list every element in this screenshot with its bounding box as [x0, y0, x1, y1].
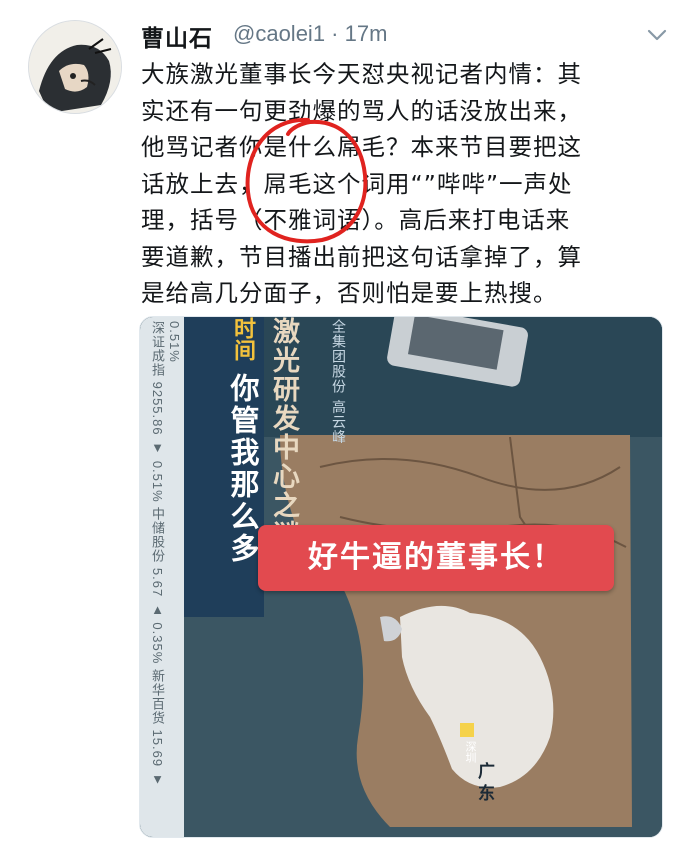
map-label-dong: 东 [478, 784, 495, 804]
band-subtitle: 激光研发中心之谜 [268, 317, 299, 549]
small-caption: 全集团股份 高云峰 [330, 319, 346, 445]
author-name[interactable]: 曹山石 [141, 19, 213, 53]
stock-ticker: 深证成指 9255.86 ▼ 0.51% 中储股份 5.67 ▲ 0.35% 新… [150, 321, 182, 788]
city-label: 深圳 [464, 741, 477, 763]
tweet-header: 曹山石 @caolei1 · 17m [141, 17, 661, 53]
caption-box: 好牛逼的董事长！ [258, 525, 614, 591]
tweet-text: 大族激光董事长今天怼央视记者内情：其 实还有一句更劲爆的骂人的话没放出来， 他骂… [141, 60, 582, 307]
avatar[interactable] [28, 20, 122, 114]
city-marker [460, 723, 474, 737]
tweet-media[interactable]: 深证成指 9255.86 ▼ 0.51% 中储股份 5.67 ▲ 0.35% 新… [139, 316, 663, 838]
chevron-down-icon[interactable] [646, 27, 668, 43]
caption-text: 好牛逼的董事长！ [308, 540, 564, 575]
band-title-1: 时间 [230, 317, 255, 361]
avatar-illustration [29, 21, 121, 113]
author-handle-time[interactable]: @caolei1 · 17m [233, 21, 387, 47]
